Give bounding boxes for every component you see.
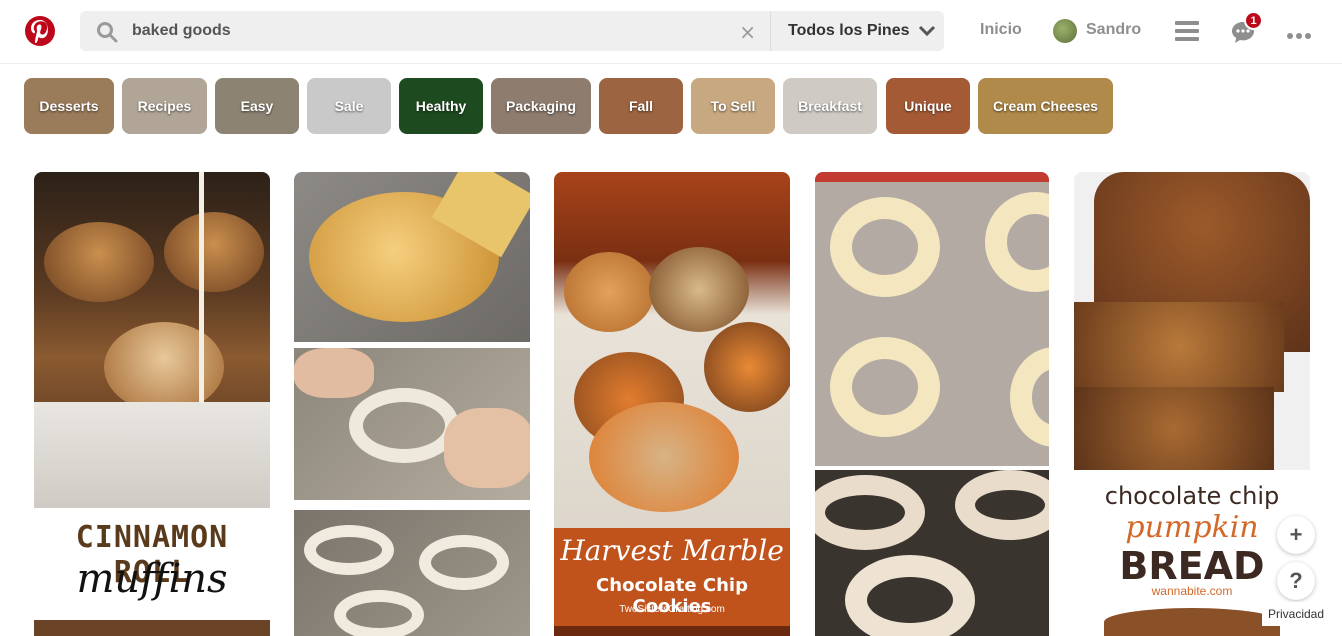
pin-image — [554, 172, 790, 528]
chip-healthy[interactable]: Healthy — [399, 78, 483, 134]
profile-link[interactable]: Sandro — [1086, 21, 1141, 39]
pin-image — [815, 172, 1049, 466]
avatar[interactable] — [1053, 19, 1077, 43]
pin-image — [815, 470, 1049, 636]
chevron-down-icon — [918, 25, 935, 37]
search-bar[interactable]: × — [80, 11, 770, 51]
chip-packaging[interactable]: Packaging — [491, 78, 591, 134]
notification-badge: 1 — [1244, 11, 1263, 30]
pin-title-line2: pumpkin — [1125, 510, 1259, 545]
top-bar: × Todos los Pines Inicio Sandro 1 — [0, 0, 1342, 64]
add-pin-button[interactable]: + — [1277, 516, 1315, 554]
menu-icon[interactable] — [1175, 20, 1199, 47]
pin-title-line1: chocolate chip — [1104, 482, 1280, 510]
pin-image — [34, 172, 270, 508]
chip-desserts[interactable]: Desserts — [24, 78, 114, 134]
chip-unique[interactable]: Unique — [886, 78, 970, 134]
pin-source: TwoSistersCrafting.com — [619, 604, 725, 615]
pin-card[interactable] — [815, 172, 1049, 636]
pin-card[interactable]: chocolate chip pumpkin BREAD wannabite.c… — [1074, 172, 1310, 636]
pin-title-line3: BREAD — [1119, 544, 1265, 588]
chip-sale[interactable]: Sale — [307, 78, 391, 134]
chip-recipes[interactable]: Recipes — [122, 78, 207, 134]
pin-source: wannabite.com — [1151, 584, 1233, 598]
chip-easy[interactable]: Easy — [215, 78, 299, 134]
chip-to-sell[interactable]: To Sell — [691, 78, 775, 134]
chip-breakfast[interactable]: Breakfast — [783, 78, 877, 134]
search-scope-label: Todos los Pines — [788, 22, 910, 39]
privacy-link[interactable]: Privacidad — [1262, 602, 1330, 626]
clear-search-icon[interactable]: × — [739, 20, 756, 44]
chip-cream-cheeses[interactable]: Cream Cheeses — [978, 78, 1113, 134]
more-options-icon[interactable] — [1287, 27, 1311, 45]
pinterest-logo-icon[interactable] — [25, 16, 55, 46]
search-scope-dropdown[interactable]: Todos los Pines — [770, 11, 944, 51]
search-input[interactable] — [132, 11, 732, 51]
pin-image — [1074, 172, 1310, 470]
pin-title-line1: Harvest Marble — [560, 534, 784, 567]
help-button[interactable]: ? — [1277, 562, 1315, 600]
home-link[interactable]: Inicio — [980, 21, 1022, 39]
pin-image — [294, 172, 530, 342]
pin-card[interactable] — [294, 172, 530, 636]
chip-fall[interactable]: Fall — [599, 78, 683, 134]
pin-image — [294, 348, 530, 500]
search-icon — [96, 21, 118, 48]
pin-image — [294, 510, 530, 636]
pin-card[interactable]: CINNAMON ROLL muffins — [34, 172, 270, 636]
pin-card[interactable]: Harvest Marble Chocolate Chip Cookies Tw… — [554, 172, 790, 636]
pin-title-line2: muffins — [76, 556, 228, 602]
